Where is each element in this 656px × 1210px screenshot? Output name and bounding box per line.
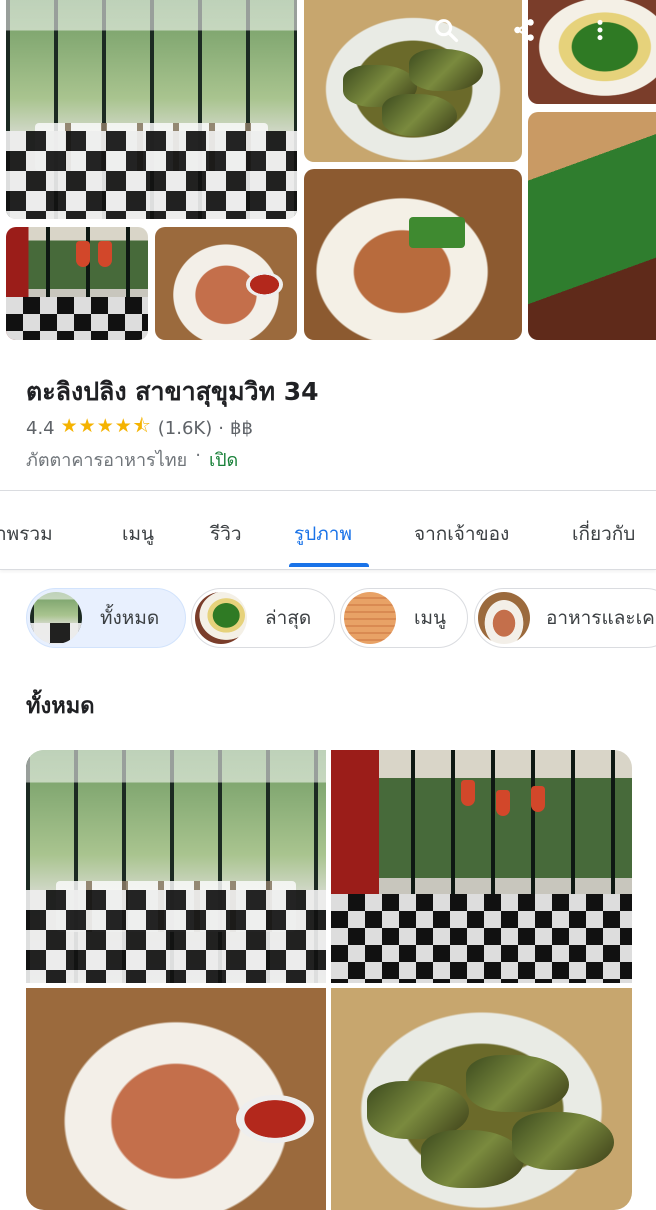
- separator-dot: ·: [195, 445, 201, 466]
- leaf-shape: [408, 216, 466, 248]
- rating-row[interactable]: 4.4 ★★★★⯪ (1.6K) · ฿฿: [26, 412, 253, 444]
- chip-label: เมนู: [414, 607, 447, 629]
- chip-label: อาหารและเค: [546, 607, 655, 629]
- tab-about[interactable]: เกี่ยวกับ: [572, 519, 635, 549]
- grid-photo-dining-room[interactable]: [331, 750, 632, 983]
- chip-thumb-interior: [30, 592, 82, 644]
- rating-value: 4.4: [26, 417, 55, 439]
- star-rating-icon: ★★★★⯪: [60, 415, 152, 437]
- chip-food-drink[interactable]: อาหารและเค: [474, 588, 656, 648]
- place-title: ตะลิงปลิง สาขาสุขุมวิท 34: [26, 377, 319, 406]
- category-row: ภัตตาคารอาหารไทย · เปิด: [26, 445, 238, 474]
- chip-label: ล่าสุด: [265, 607, 312, 629]
- chip-label: ทั้งหมด: [100, 607, 160, 629]
- chip-thumb-menu: [344, 592, 396, 644]
- chip-latest[interactable]: ล่าสุด: [191, 588, 335, 648]
- tab-reviews[interactable]: รีวิว: [210, 519, 242, 549]
- price-level: ฿฿: [230, 417, 253, 439]
- grid-photo-grilled-pork[interactable]: [26, 988, 326, 1210]
- search-icon[interactable]: [428, 12, 464, 48]
- grid-photo-leaf-dish[interactable]: [331, 988, 632, 1210]
- floor-shape: [6, 297, 148, 340]
- lamp-shape: [76, 241, 90, 267]
- chip-thumb-food: [195, 592, 247, 644]
- collage-photo-herbs[interactable]: [528, 112, 656, 340]
- leaf-package: [408, 48, 483, 91]
- dip-bowl: [245, 272, 283, 298]
- collage-photo-fried-dish[interactable]: [304, 169, 522, 340]
- collage-photo-grilled-pork[interactable]: [155, 227, 297, 340]
- chip-menu[interactable]: เมนู: [340, 588, 468, 648]
- chip-thumb-food: [478, 592, 530, 644]
- photo-grid: [26, 750, 632, 1210]
- tab-bar: าพรวม เมนู รีวิว รูปภาพ จากเจ้าของ เกี่ย…: [0, 490, 656, 570]
- grid-photo-interior[interactable]: [26, 750, 326, 983]
- active-tab-indicator: [289, 563, 369, 567]
- tab-menu[interactable]: เมนู: [122, 519, 154, 549]
- floor-shape: [6, 131, 297, 219]
- separator-dot: ·: [218, 417, 224, 439]
- chip-all[interactable]: ทั้งหมด: [26, 588, 186, 648]
- collage-photo-dining-room[interactable]: [6, 227, 148, 340]
- open-status: เปิด: [208, 450, 239, 471]
- collage-photo-leaf-dish[interactable]: [304, 0, 522, 162]
- place-category: ภัตตาคารอาหารไทย: [26, 450, 188, 471]
- review-count[interactable]: (1.6K): [158, 418, 212, 439]
- tab-from-owner[interactable]: จากเจ้าของ: [414, 519, 509, 549]
- section-title: ทั้งหมด: [26, 694, 95, 719]
- leaf-package: [382, 93, 457, 137]
- more-vert-icon[interactable]: [582, 12, 618, 48]
- collage-photo-interior[interactable]: [6, 0, 297, 219]
- tab-photos[interactable]: รูปภาพ: [294, 519, 352, 549]
- lamp-shape: [98, 241, 112, 267]
- share-icon[interactable]: [506, 12, 542, 48]
- tab-overview[interactable]: าพรวม: [0, 519, 53, 549]
